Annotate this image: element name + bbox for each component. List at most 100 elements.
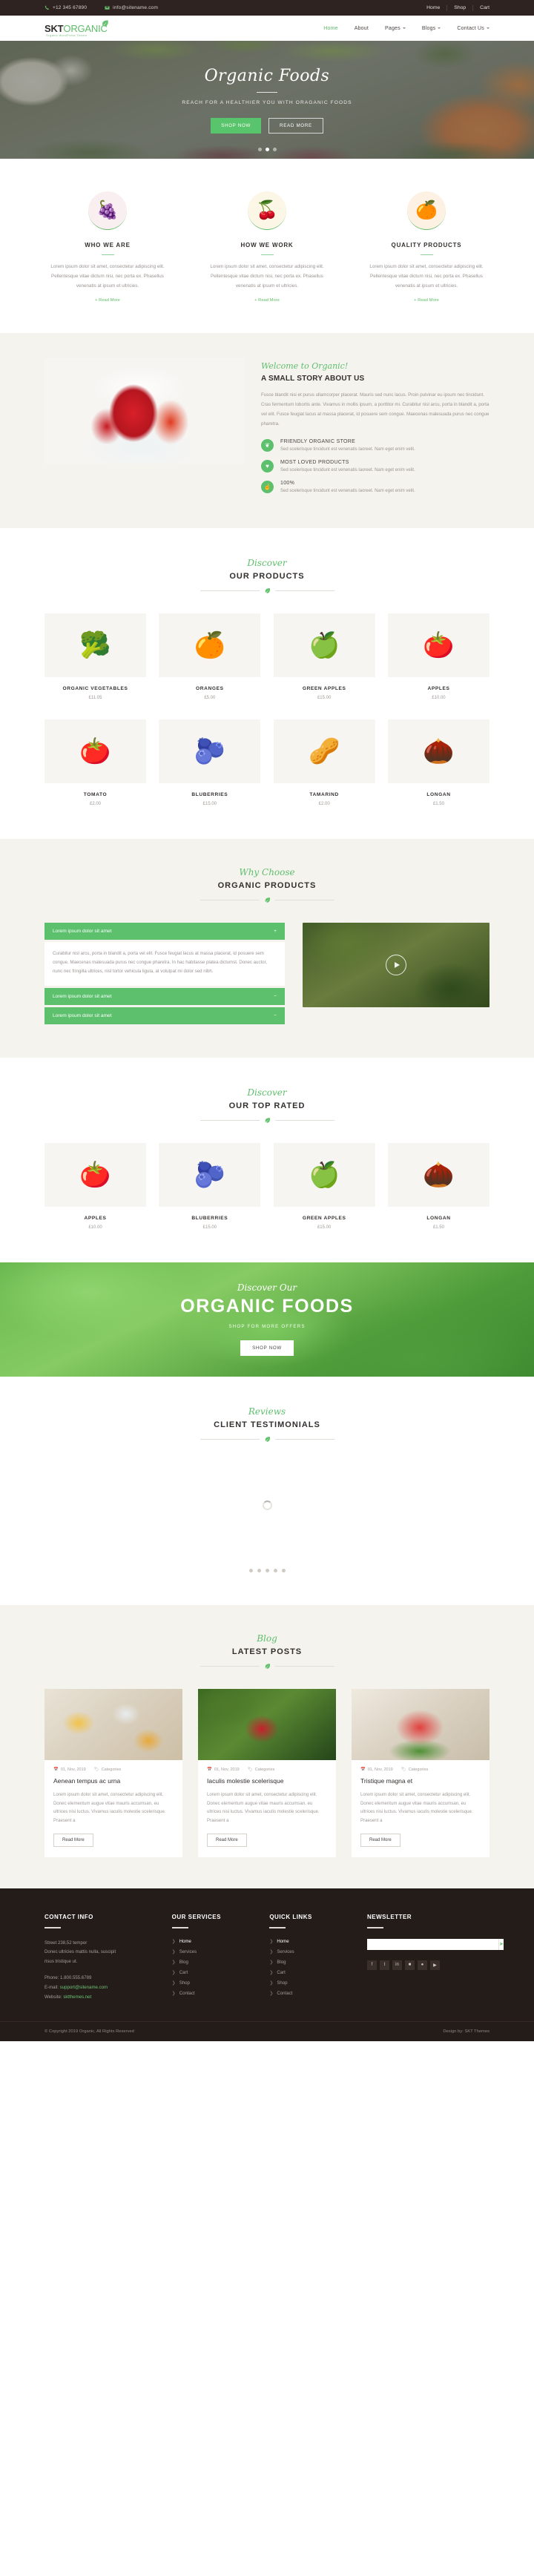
accordion-header-2[interactable]: Lorem ipsum dolor sit amet − [44,987,285,1005]
site-logo[interactable]: SKTORGANIC Organic WordPress Theme [44,19,108,37]
play-icon[interactable] [386,955,406,976]
topbar-link-cart[interactable]: Cart [473,5,490,11]
blog-date: 📅 01, Nov, 2019 [207,1767,240,1772]
feature-text: Lorem ipsum dolor sit amet, consectetur … [50,264,165,289]
twitter-icon[interactable]: t [379,1960,389,1970]
hero-dot-2[interactable] [265,148,269,151]
testimonial-dot[interactable] [273,1568,277,1572]
product-card[interactable]: 🫐 BLUBERRIES £15.00 [159,1142,261,1230]
feature-read-more-link[interactable]: + Read More [414,298,439,303]
paper-plane-icon[interactable]: ➤ [498,1938,504,1950]
product-card[interactable]: 🌰 LONGAN £1.50 [387,719,490,806]
product-card[interactable]: 🥜 TAMARIND £2.00 [273,719,375,806]
blog-date-text: 01, Nov, 2019 [60,1767,86,1772]
blog-post-title[interactable]: Tristique magna et [352,1772,490,1785]
blog-excerpt: Lorem ipsum dolor sit amet, consectetur … [53,1791,166,1824]
testimonial-dot[interactable] [248,1568,253,1572]
accordion-header-3[interactable]: Lorem ipsum dolor sit amet − [44,1007,285,1024]
icon-glyph: ♥ [266,463,269,470]
product-name: ORGANIC VEGETABLES [62,686,128,692]
product-card[interactable]: 🍅 APPLES £10.00 [387,613,490,701]
linkedin-icon[interactable]: in [392,1960,402,1970]
footer-service-link-contact[interactable]: ❯ Contact [172,1991,257,1996]
chevron-right-icon: ❯ [269,1970,274,1975]
cta-shop-now-button[interactable]: SHOP NOW [240,1340,294,1357]
product-card[interactable]: 🍏 GREEN APPLES £15.00 [273,613,375,701]
nav-item-blogs[interactable]: Blogs [422,26,441,31]
nav-item-home[interactable]: Home [323,26,337,31]
feature-read-more-link[interactable]: + Read More [254,298,280,303]
chevron-right-icon: ❯ [269,1960,274,1965]
accordion-label: Lorem ipsum dolor sit amet [53,1012,112,1018]
cta-script-heading: Discover Our [237,1282,297,1294]
topbar-link-shop[interactable]: Shop [447,4,474,11]
why-title: ORGANIC PRODUCTS [217,881,317,891]
read-more-button[interactable]: READ MORE [268,117,323,134]
product-card[interactable]: 🍅 APPLES £10.00 [44,1142,146,1230]
footer-link-label: Services [277,1949,294,1954]
blog-post-title[interactable]: Aenean tempus ac urna [44,1772,182,1785]
pinterest-icon[interactable]: ● [417,1960,427,1970]
about-item-text: Sed scelerisque tincidunt est venenatis … [280,447,415,452]
footer-service-link-cart[interactable]: ❯ Cart [172,1970,257,1975]
nav-item-contact-us[interactable]: Contact Us [457,26,490,31]
footer-quick-link-home[interactable]: ❯ Home [269,1939,355,1944]
product-card[interactable]: 🥦 ORGANIC VEGETABLES £11.05 [44,613,146,700]
footer-heading: CONTACT INFO [44,1914,93,1921]
product-card[interactable]: 🍅 TOMATO £2.00 [44,719,146,806]
product-price: £10.00 [88,1225,102,1230]
shop-now-button[interactable]: SHOP NOW [211,117,262,134]
product-price: £10.00 [432,696,446,701]
blog-read-more-button[interactable]: Read More [207,1834,247,1848]
nav-item-about[interactable]: About [355,26,369,31]
testimonial-dot[interactable] [257,1568,261,1572]
topbar-link-home[interactable]: Home [420,4,448,11]
blog-read-more-button[interactable]: Read More [53,1834,93,1848]
youtube-icon[interactable]: ▶ [429,1960,440,1970]
top-rated-title: OUR TOP RATED [228,1101,306,1110]
blog-excerpt: Lorem ipsum dolor sit amet, consectetur … [207,1791,320,1824]
footer-divider [44,1927,61,1928]
footer-service-link-home[interactable]: ❯ Home [172,1939,257,1944]
instagram-icon[interactable]: ■ [404,1960,415,1970]
footer-quick-link-blog[interactable]: ❯ Blog [269,1960,355,1965]
feature-text: Lorem ipsum dolor sit amet, consectetur … [210,264,324,289]
product-card[interactable]: 🌰 LONGAN £1.50 [387,1142,490,1230]
hero-slider: Organic Foods REACH FOR A HEALTHIER YOU … [0,41,534,159]
facebook-icon[interactable]: f [366,1960,377,1970]
product-card[interactable]: 🫐 BLUBERRIES £15.00 [159,719,261,806]
about-item-text: Sed scelerisque tincidunt est venenatis … [280,468,415,473]
footer-quick-link-contact[interactable]: ❯ Contact [269,1991,355,1996]
blog-category-text: Categories [408,1767,429,1772]
chevron-down-icon [487,27,490,29]
nav-item-pages[interactable]: Pages [385,26,406,31]
footer-service-link-shop[interactable]: ❯ Shop [172,1980,257,1986]
copyright-text: © Copyright 2019 Organic, All Rights Res… [44,2029,134,2035]
about-item-most-loved-products: ♥ MOST LOVED PRODUCTS Sed scelerisque ti… [261,460,490,474]
blog-post-title[interactable]: Iaculis molestie scelerisque [198,1772,336,1785]
feature-read-more-link[interactable]: + Read More [95,298,120,303]
blog-category-text: Categories [101,1767,122,1772]
video-thumbnail[interactable] [303,923,490,1008]
hero-dot-3[interactable] [272,148,277,151]
footer-service-link-services[interactable]: ❯ Services [172,1949,257,1954]
footer-quick-link-cart[interactable]: ❯ Cart [269,1970,355,1975]
testimonial-dot[interactable] [265,1568,269,1572]
product-image: 🌰 [387,1142,490,1207]
footer-service-link-blog[interactable]: ❯ Blog [172,1960,257,1965]
product-card[interactable]: 🍊 ORANGES £5.00 [159,613,261,700]
testimonial-dot[interactable] [281,1568,286,1572]
chevron-right-icon: ❯ [171,1949,176,1954]
blog-read-more-button[interactable]: Read More [360,1834,400,1848]
footer-quick-link-shop[interactable]: ❯ Shop [269,1980,355,1986]
hero-dot-1[interactable] [257,148,262,151]
product-card[interactable]: 🍏 GREEN APPLES £15.00 [273,1142,375,1230]
blog-image [352,1688,490,1760]
footer-quick-link-services[interactable]: ❯ Services [269,1949,355,1954]
footer-email-link[interactable]: support@sitename.com [60,1985,108,1990]
footer-website-link[interactable]: sktthemes.net [63,1994,91,2000]
logo-main-text: SKT [44,22,64,34]
product-price: £15.00 [317,696,332,701]
newsletter-email-input[interactable] [366,1938,498,1950]
accordion-header-1[interactable]: Lorem ipsum dolor sit amet + [44,923,285,941]
